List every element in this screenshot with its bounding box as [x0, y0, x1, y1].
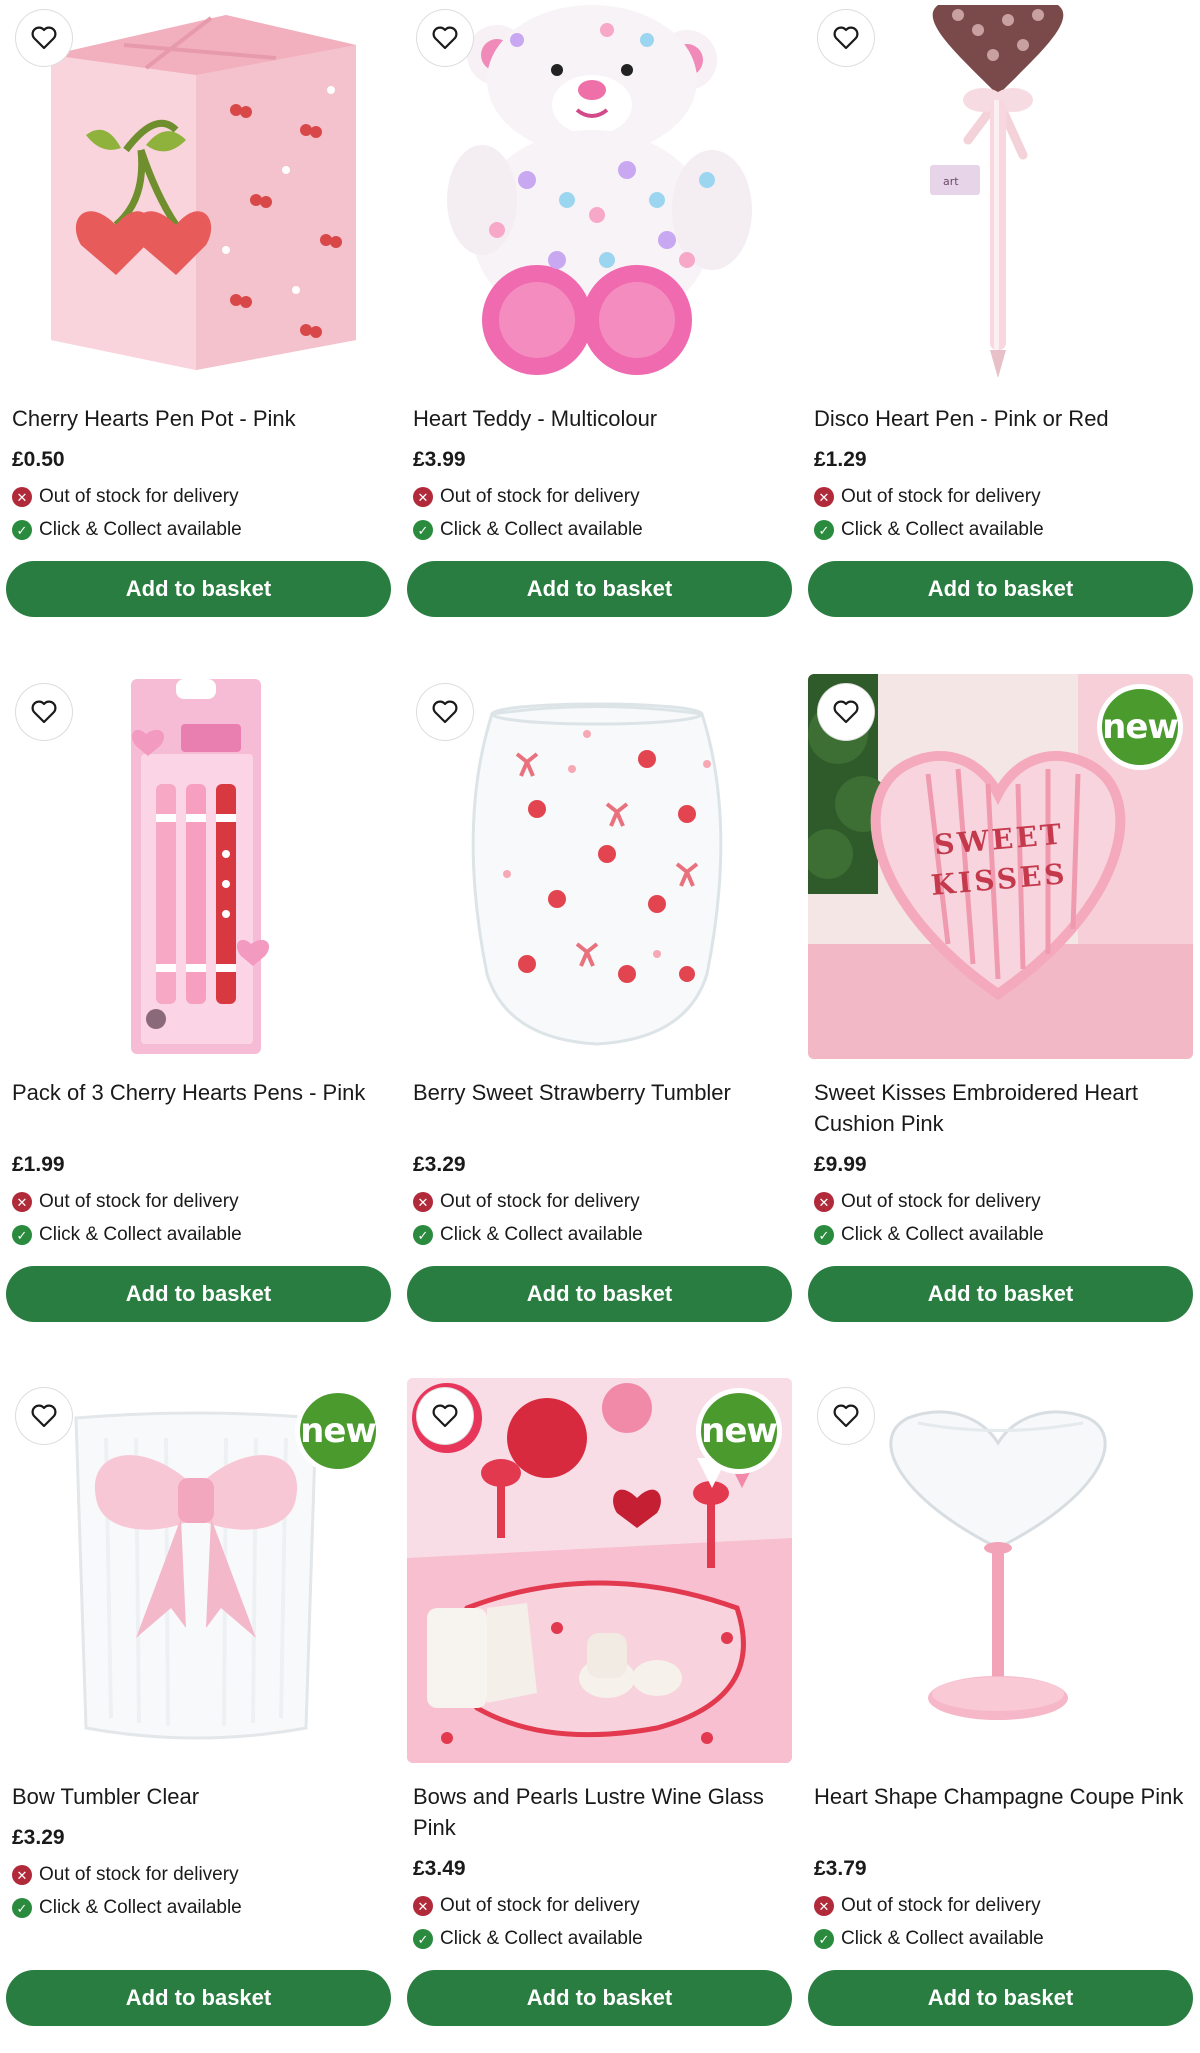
- collect-status: ✓ Click & Collect available: [413, 519, 792, 541]
- collect-status: ✓ Click & Collect available: [814, 1224, 1193, 1246]
- add-to-basket-button[interactable]: Add to basket: [407, 561, 792, 617]
- favourite-heart-icon[interactable]: [417, 10, 473, 66]
- product-title[interactable]: Pack of 3 Cherry Hearts Pens - Pink: [12, 1077, 382, 1139]
- product-title[interactable]: Heart Teddy - Multicolour: [413, 403, 783, 434]
- product-image[interactable]: [6, 0, 391, 385]
- cross-circle-icon: ✕: [413, 1896, 433, 1916]
- delivery-status: ✕ Out of stock for delivery: [413, 1191, 792, 1213]
- delivery-status: ✕ Out of stock for delivery: [12, 486, 391, 508]
- favourite-heart-icon[interactable]: [818, 684, 874, 740]
- add-to-basket-button[interactable]: Add to basket: [808, 1970, 1193, 2026]
- product-card[interactable]: SWEET KISSES new Sweet Kisses Embroidere…: [808, 674, 1193, 1322]
- product-price: £3.29: [12, 1826, 65, 1849]
- product-title[interactable]: Berry Sweet Strawberry Tumbler: [413, 1077, 783, 1139]
- add-to-basket-button[interactable]: Add to basket: [6, 1266, 391, 1322]
- collect-status: ✓ Click & Collect available: [413, 1928, 792, 1950]
- delivery-status: ✕ Out of stock for delivery: [12, 1191, 391, 1213]
- product-image[interactable]: [407, 0, 792, 385]
- new-badge: new: [1097, 684, 1183, 770]
- product-title[interactable]: Bow Tumbler Clear: [12, 1781, 382, 1812]
- add-to-basket-button[interactable]: Add to basket: [407, 1970, 792, 2026]
- product-price: £0.50: [12, 448, 65, 471]
- product-price: £3.49: [413, 1857, 466, 1880]
- product-title[interactable]: Cherry Hearts Pen Pot - Pink: [12, 403, 382, 434]
- check-circle-icon: ✓: [12, 1898, 32, 1918]
- delivery-status: ✕ Out of stock for delivery: [814, 486, 1193, 508]
- favourite-heart-icon[interactable]: [818, 1388, 874, 1444]
- product-price: £3.79: [814, 1857, 867, 1880]
- product-image[interactable]: SWEET KISSES new: [808, 674, 1193, 1059]
- product-card[interactable]: Pack of 3 Cherry Hearts Pens - Pink £1.9…: [6, 674, 391, 1322]
- product-price: £9.99: [814, 1153, 867, 1176]
- product-image[interactable]: [407, 674, 792, 1059]
- delivery-status: ✕ Out of stock for delivery: [814, 1895, 1193, 1917]
- check-circle-icon: ✓: [814, 1929, 834, 1949]
- check-circle-icon: ✓: [413, 520, 433, 540]
- collect-status: ✓ Click & Collect available: [814, 519, 1193, 541]
- add-to-basket-button[interactable]: Add to basket: [808, 561, 1193, 617]
- delivery-status: ✕ Out of stock for delivery: [413, 1895, 792, 1917]
- product-title[interactable]: Heart Shape Champagne Coupe Pink: [814, 1781, 1184, 1843]
- product-title[interactable]: Disco Heart Pen - Pink or Red: [814, 403, 1184, 434]
- new-badge: new: [696, 1388, 782, 1474]
- product-image[interactable]: art: [808, 0, 1193, 385]
- product-title[interactable]: Sweet Kisses Embroidered Heart Cushion P…: [814, 1077, 1184, 1139]
- cross-circle-icon: ✕: [814, 1896, 834, 1916]
- add-to-basket-button[interactable]: Add to basket: [808, 1266, 1193, 1322]
- check-circle-icon: ✓: [413, 1929, 433, 1949]
- collect-status: ✓ Click & Collect available: [413, 1224, 792, 1246]
- favourite-heart-icon[interactable]: [417, 684, 473, 740]
- product-card[interactable]: Berry Sweet Strawberry Tumbler £3.29 ✕ O…: [407, 674, 792, 1322]
- product-price: £3.99: [413, 448, 466, 471]
- add-to-basket-button[interactable]: Add to basket: [407, 1266, 792, 1322]
- check-circle-icon: ✓: [814, 1225, 834, 1245]
- product-card[interactable]: Cherry Hearts Pen Pot - Pink £0.50 ✕ Out…: [6, 0, 391, 617]
- product-title[interactable]: Bows and Pearls Lustre Wine Glass Pink: [413, 1781, 783, 1843]
- product-image[interactable]: [6, 674, 391, 1059]
- add-to-basket-button[interactable]: Add to basket: [6, 1970, 391, 2026]
- product-image[interactable]: [808, 1378, 1193, 1763]
- cross-circle-icon: ✕: [814, 1192, 834, 1212]
- cross-circle-icon: ✕: [12, 1192, 32, 1212]
- cross-circle-icon: ✕: [814, 487, 834, 507]
- cross-circle-icon: ✕: [413, 487, 433, 507]
- cross-circle-icon: ✕: [12, 487, 32, 507]
- check-circle-icon: ✓: [12, 1225, 32, 1245]
- cross-circle-icon: ✕: [413, 1192, 433, 1212]
- check-circle-icon: ✓: [413, 1225, 433, 1245]
- favourite-heart-icon[interactable]: [16, 10, 72, 66]
- product-card[interactable]: art Disco Heart Pen - Pink or Red £1.29 …: [808, 0, 1193, 617]
- svg-text:art: art: [943, 175, 959, 188]
- product-image[interactable]: new: [407, 1378, 792, 1763]
- favourite-heart-icon[interactable]: [818, 10, 874, 66]
- product-image[interactable]: new: [6, 1378, 391, 1763]
- product-price: £3.29: [413, 1153, 466, 1176]
- collect-status: ✓ Click & Collect available: [12, 1897, 391, 1919]
- favourite-heart-icon[interactable]: [417, 1388, 473, 1444]
- delivery-status: ✕ Out of stock for delivery: [814, 1191, 1193, 1213]
- check-circle-icon: ✓: [12, 520, 32, 540]
- product-card[interactable]: Heart Shape Champagne Coupe Pink £3.79 ✕…: [808, 1378, 1193, 2026]
- product-card[interactable]: Heart Teddy - Multicolour £3.99 ✕ Out of…: [407, 0, 792, 617]
- collect-status: ✓ Click & Collect available: [814, 1928, 1193, 1950]
- collect-status: ✓ Click & Collect available: [12, 1224, 391, 1246]
- product-price: £1.29: [814, 448, 867, 471]
- collect-status: ✓ Click & Collect available: [12, 519, 391, 541]
- product-card[interactable]: new Bows and Pearls Lustre Wine Glass Pi…: [407, 1378, 792, 2026]
- product-grid: Cherry Hearts Pen Pot - Pink £0.50 ✕ Out…: [0, 0, 1200, 2053]
- favourite-heart-icon[interactable]: [16, 1388, 72, 1444]
- check-circle-icon: ✓: [814, 520, 834, 540]
- delivery-status: ✕ Out of stock for delivery: [413, 486, 792, 508]
- product-card[interactable]: new Bow Tumbler Clear £3.29 ✕ Out of sto…: [6, 1378, 391, 2026]
- cross-circle-icon: ✕: [12, 1865, 32, 1885]
- favourite-heart-icon[interactable]: [16, 684, 72, 740]
- new-badge: new: [295, 1388, 381, 1474]
- add-to-basket-button[interactable]: Add to basket: [6, 561, 391, 617]
- product-price: £1.99: [12, 1153, 65, 1176]
- delivery-status: ✕ Out of stock for delivery: [12, 1864, 391, 1886]
